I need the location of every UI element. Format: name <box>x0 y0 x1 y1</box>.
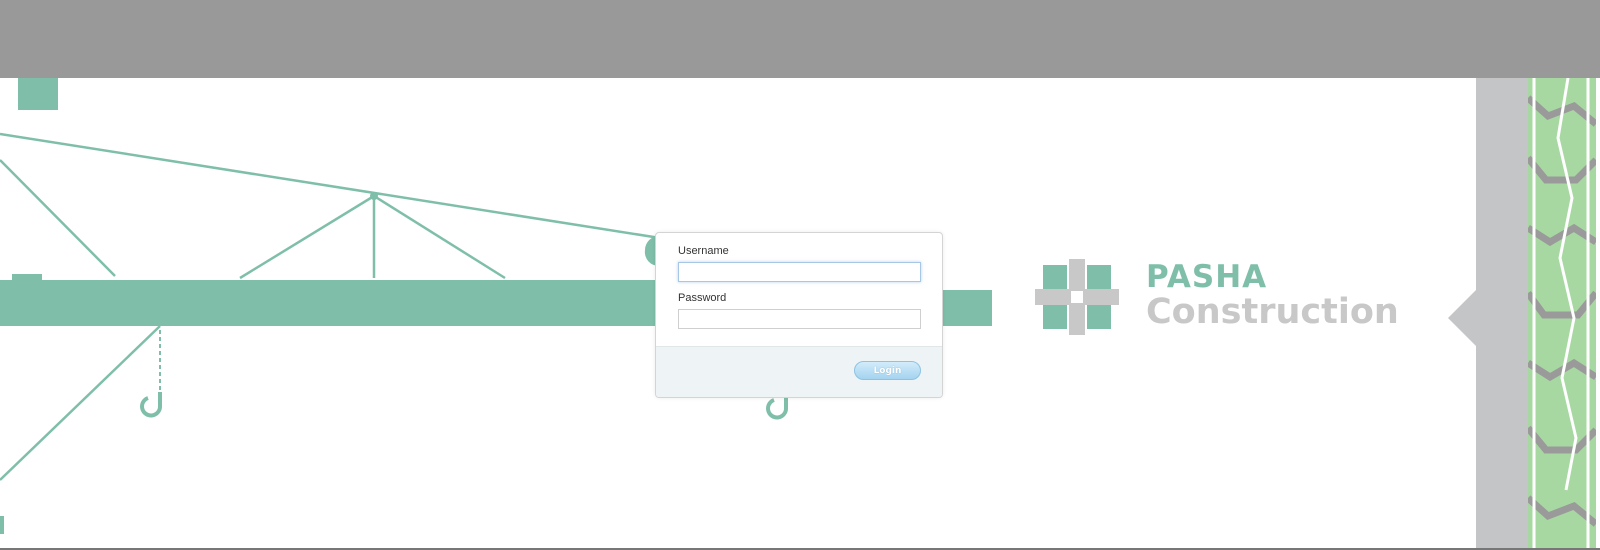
side-strip <box>1476 78 1528 550</box>
password-input[interactable] <box>678 309 921 329</box>
brand-name-line1: PASHA <box>1146 259 1268 295</box>
login-button[interactable]: Login <box>854 361 921 380</box>
crane-jib <box>0 280 670 326</box>
brand-name-line2: Construction <box>1146 292 1399 332</box>
username-label: Username <box>678 245 729 257</box>
pasha-star-logo <box>1035 259 1119 335</box>
login-footer: Login <box>656 346 942 397</box>
decorative-pattern-strip <box>1528 78 1596 550</box>
login-dialog: Username Password Login <box>655 232 943 398</box>
side-arrow-shape <box>1448 288 1478 348</box>
username-input[interactable] <box>678 262 921 282</box>
crane-hook-right <box>766 396 788 420</box>
brand-name: PASHA Construction <box>1146 262 1399 330</box>
password-label: Password <box>678 292 727 304</box>
top-bar <box>0 0 1600 78</box>
login-form: Username Password <box>656 233 942 346</box>
crane-hook-left <box>140 392 162 418</box>
